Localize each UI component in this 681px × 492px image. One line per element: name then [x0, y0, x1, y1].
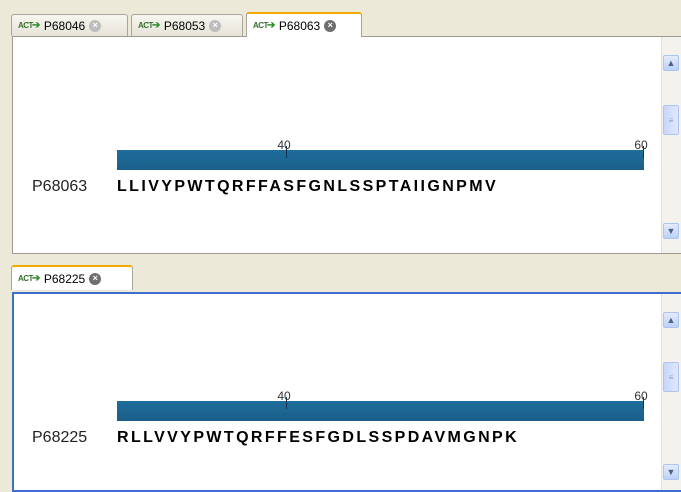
tab-p68063[interactable]: ACT➔ P68063 ×: [246, 12, 362, 37]
sequence-name: P68063: [32, 178, 88, 195]
ruler-label-60: 60: [634, 138, 648, 152]
tab-p68046[interactable]: ACT➔ P68046 ×: [11, 14, 128, 36]
ruler-label-60: 60: [634, 389, 648, 403]
top-tab-bar: ACT➔ P68046 × ACT➔ P68053 × ACT➔ P68063 …: [0, 10, 681, 37]
tab-label: P68053: [163, 18, 206, 33]
sequence-icon: ACT➔: [18, 273, 40, 284]
ruler-label-40: 40: [277, 138, 291, 152]
sequence-view-top: 40 60 P68063 LLIVYPWTQRFFASFGNLSSPTAIIGN…: [12, 36, 681, 254]
vertical-scrollbar[interactable]: ▲ ≡ ▼: [661, 37, 681, 253]
ruler-label-40: 40: [277, 389, 291, 403]
tab-p68053[interactable]: ACT➔ P68053 ×: [131, 14, 243, 36]
scroll-down-icon[interactable]: ▼: [663, 223, 679, 239]
sequence-view-bottom: 40 60 P68225 RLLVVYPWTQRFFESFGDLSSPDAVMG…: [12, 292, 681, 492]
tab-label: P68225: [43, 271, 86, 286]
scroll-thumb[interactable]: ≡: [663, 105, 679, 135]
sequence-icon: ACT➔: [138, 20, 160, 31]
sequence-name: P68225: [32, 429, 88, 446]
bottom-tab-bar: ACT➔ P68225 ×: [0, 265, 681, 291]
sequence-icon: ACT➔: [18, 20, 40, 31]
close-icon[interactable]: ×: [209, 19, 222, 32]
sequence-residues[interactable]: LLIVYPWTQRFFASFGNLSSPTAIIGNPMV: [117, 178, 498, 196]
vertical-scrollbar[interactable]: ▲ ≡ ▼: [661, 294, 681, 490]
scroll-up-icon[interactable]: ▲: [663, 55, 679, 71]
tab-p68225[interactable]: ACT➔ P68225 ×: [11, 265, 133, 290]
scroll-thumb[interactable]: ≡: [663, 362, 679, 392]
close-icon[interactable]: ×: [324, 19, 337, 32]
scroll-up-icon[interactable]: ▲: [663, 312, 679, 328]
tab-label: P68063: [278, 18, 321, 33]
close-icon[interactable]: ×: [89, 272, 102, 285]
sequence-residues[interactable]: RLLVVYPWTQRFFESFGDLSSPDAVMGNPK: [117, 429, 519, 447]
tab-label: P68046: [43, 18, 86, 33]
scroll-down-icon[interactable]: ▼: [663, 464, 679, 480]
ruler: [117, 397, 644, 421]
close-icon[interactable]: ×: [89, 19, 102, 32]
sequence-icon: ACT➔: [253, 20, 275, 31]
ruler: [117, 146, 644, 170]
